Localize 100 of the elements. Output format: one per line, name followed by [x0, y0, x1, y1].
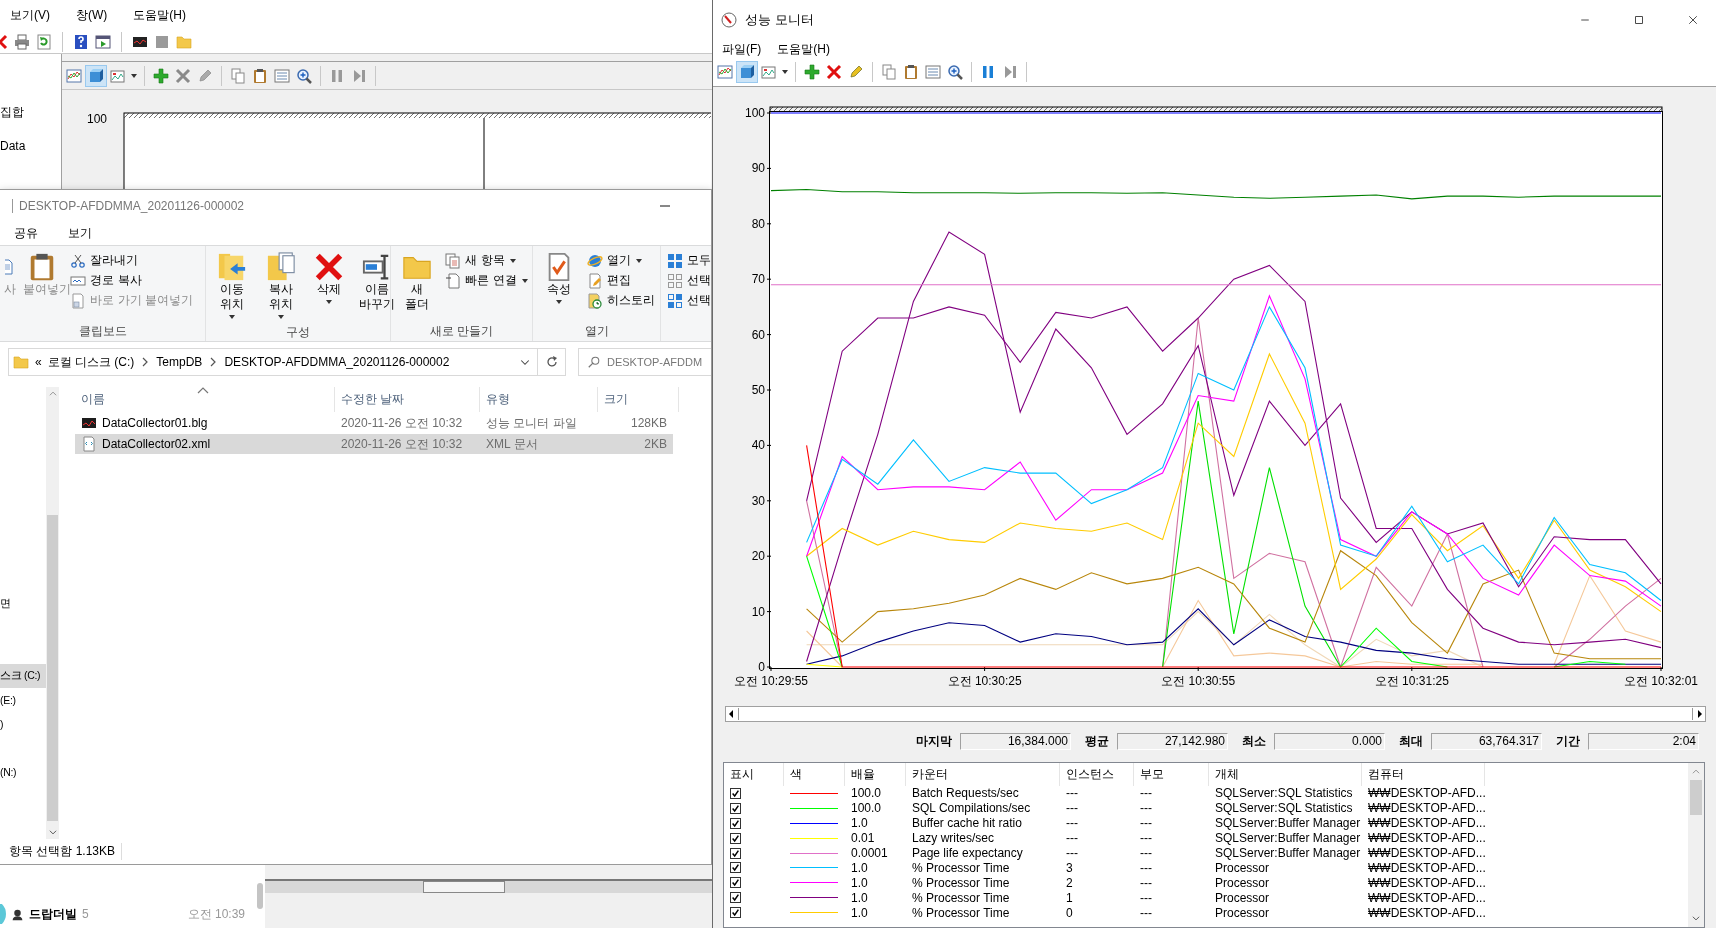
table-cell: --- [1066, 816, 1078, 831]
line-chart-icon[interactable] [715, 62, 735, 82]
ribbon-button[interactable]: 새 항목 [443, 252, 531, 269]
ribbon-button[interactable]: 경로 복사 [68, 272, 196, 289]
column-header[interactable]: 이름 [75, 387, 335, 412]
plus-icon[interactable] [802, 62, 822, 82]
table-cell: 3 [1066, 860, 1073, 875]
table-cell: --- [1140, 786, 1152, 801]
checkbox[interactable] [730, 832, 741, 844]
y-tick-label: 40 [751, 438, 765, 453]
grid-icon [667, 292, 683, 309]
printer-icon[interactable] [14, 34, 30, 51]
table-cell: --- [1140, 860, 1152, 875]
tree-item[interactable]: Data [0, 139, 61, 153]
nav-item[interactable]: 면 [0, 592, 46, 616]
ribbon-button[interactable]: 삭제 [306, 250, 352, 309]
ribbon-button[interactable]: 이동 위치 [210, 250, 255, 324]
zoom-in-icon[interactable] [945, 62, 965, 82]
cube-icon[interactable] [737, 62, 757, 82]
scrollbar-thumb[interactable] [1690, 780, 1702, 815]
refresh-icon[interactable] [36, 34, 52, 51]
checkbox[interactable] [730, 862, 741, 874]
search-field[interactable]: DESKTOP-AFDDM [578, 348, 711, 376]
nav-item[interactable]: ) [0, 712, 46, 736]
checkbox[interactable] [730, 877, 741, 889]
person-icon [11, 907, 24, 921]
scrollbar-thumb[interactable] [257, 882, 263, 909]
table-cell: SQLServer:Buffer Manager [1215, 816, 1361, 831]
table-cell: Buffer cache hit ratio [912, 816, 1022, 831]
x-icon[interactable] [824, 62, 844, 82]
column-header[interactable]: 크기 [598, 387, 679, 412]
y-tick-label: 20 [751, 549, 765, 564]
checkbox[interactable] [730, 847, 741, 859]
checkbox[interactable] [730, 802, 741, 814]
table-cell: SQLServer:SQL Statistics [1215, 786, 1353, 801]
table-cell: Processor [1215, 890, 1270, 905]
edit-document-icon [587, 272, 604, 289]
scissors-icon [70, 252, 87, 269]
ribbon-button[interactable]: 빠른 연결 [443, 272, 531, 289]
table-cell: 0 [1066, 905, 1073, 920]
avatar [0, 904, 6, 924]
ribbon-button[interactable]: 편집 [585, 272, 658, 289]
vertical-scrollbar[interactable] [46, 387, 59, 839]
ribbon-button[interactable]: 히스토리 [585, 292, 658, 309]
file-row[interactable]: DataCollector01.blg 2020-11-26 오전 10:32 성능 모니터 파일 128KB [75, 413, 673, 433]
column-header[interactable]: 유형 [480, 387, 598, 412]
window-icon[interactable] [95, 34, 111, 51]
ribbon-button[interactable]: 잘라내기 [68, 252, 196, 269]
x-icon[interactable] [0, 34, 8, 51]
table-cell: % Processor Time [912, 890, 1010, 905]
cube-icon[interactable] [86, 65, 106, 86]
stat-label: 평균 [1085, 733, 1109, 750]
checkbox[interactable] [730, 787, 741, 799]
y-tick-label: 0 [758, 660, 765, 674]
menu-item[interactable]: 파일(F) [722, 40, 762, 58]
ribbon-tab[interactable]: 공유 [14, 225, 38, 242]
menu-item[interactable]: 창(W) [76, 7, 108, 25]
table-cell: ₩₩DESKTOP-AFD... [1368, 816, 1486, 831]
table-cell: ₩₩DESKTOP-AFD... [1368, 801, 1486, 816]
ribbon-button[interactable]: 열기 [585, 252, 658, 269]
table-cell: Page life expectancy [912, 846, 1023, 860]
table-cell: 2020-11-26 오전 10:32 [341, 435, 463, 453]
table-cell: Processor [1215, 860, 1270, 875]
checkbox[interactable] [730, 907, 741, 919]
menu-item[interactable]: 도움말(H) [777, 40, 830, 58]
ribbon-button[interactable]: 선택 [665, 292, 711, 309]
file-name: DataCollector01.blg [102, 416, 208, 430]
document-icon [445, 272, 462, 289]
address-bar[interactable]: « 로컬 디스크 (C:) TempDB DESKTOP-AFDDMMA_20201126-000002 [8, 348, 566, 376]
nav-item[interactable]: (E:) [0, 688, 46, 712]
tree-item[interactable]: 집합 [0, 104, 61, 121]
menu-item[interactable]: 보기(V) [10, 7, 50, 25]
plus-icon[interactable] [151, 65, 171, 86]
column-header[interactable]: 수정한 날짜 [335, 387, 480, 412]
nav-item[interactable]: (N:) [0, 760, 46, 784]
horizontal-scrollbar[interactable] [265, 879, 712, 893]
table-cell: % Processor Time [912, 875, 1010, 890]
help-icon[interactable] [73, 34, 89, 51]
table-cell: --- [1066, 801, 1078, 816]
file-row[interactable]: DataCollector02.xml 2020-11-26 오전 10:32 XML 문서 2KB [75, 434, 673, 454]
ribbon-button[interactable]: 복사 위치 [258, 250, 303, 324]
scrollbar-thumb[interactable] [47, 515, 58, 821]
ribbon-tab[interactable]: 보기 [68, 225, 92, 242]
chat-time: 오전 10:39 [187, 905, 245, 923]
group-label: 열기 [584, 322, 609, 340]
ribbon-button[interactable]: 모두 [665, 252, 711, 269]
square-icon[interactable] [154, 34, 170, 51]
table-cell: 0.01 [851, 831, 875, 846]
nav-item[interactable]: 스크 (C:) [0, 664, 46, 688]
search-icon [587, 355, 601, 369]
vertical-scrollbar[interactable] [1688, 763, 1704, 927]
checkbox[interactable] [730, 892, 741, 904]
checkbox[interactable] [730, 817, 741, 829]
x-tick-label: 오전 10:29:55 [734, 674, 808, 688]
horizontal-scrollbar[interactable] [725, 706, 1706, 722]
menu-item[interactable]: 도움말(H) [133, 7, 186, 25]
ribbon-button[interactable]: 선택 [665, 272, 711, 289]
ribbon-button[interactable]: 속성 [537, 250, 582, 309]
chat-name: 드랍더빌 [29, 905, 77, 923]
documents-icon [445, 252, 462, 269]
